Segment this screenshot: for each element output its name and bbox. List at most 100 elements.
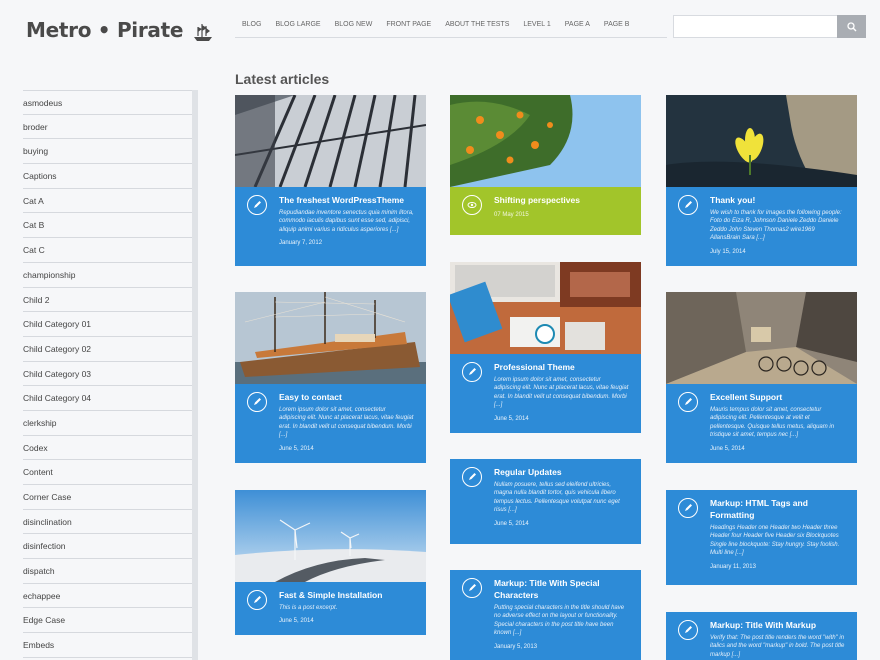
sidebar-item-championship[interactable]: championship (23, 263, 192, 288)
article-card[interactable]: Easy to contact Lorem ipsum dolor sit am… (235, 292, 426, 463)
card-body: Regular Updates Nullam posuere, tellus s… (450, 459, 641, 535)
article-card[interactable]: Fast & Simple Installation This is a pos… (235, 490, 426, 635)
pencil-icon (247, 195, 267, 215)
logo-text-right: Pirate (116, 18, 184, 42)
search-form (673, 15, 866, 38)
card-excerpt: Lorem ipsum dolor sit amet, consectetur … (279, 407, 414, 439)
card-body: Markup: Title With Markup Verify that: T… (666, 612, 857, 660)
sidebar-item-child-category-01[interactable]: Child Category 01 (23, 312, 192, 337)
card-date: January 5, 2013 (494, 643, 538, 650)
card-title[interactable]: The freshest WordPressTheme (279, 194, 414, 206)
sidebar-item-disinclination[interactable]: disinclination (23, 510, 192, 535)
site-header: Metro • Pirate BLOG BLOG LARGE BLOG NEW … (0, 0, 880, 60)
building-glass-image (235, 95, 426, 187)
sidebar-item-edge-case[interactable]: Edge Case (23, 608, 192, 634)
nav-item-blog[interactable]: BLOG (242, 21, 261, 37)
card-title[interactable]: Professional Theme (494, 361, 629, 373)
sidebar-item-cat-a[interactable]: Cat A (23, 189, 192, 214)
card-date: June 5, 2014 (494, 520, 529, 527)
nav-item-blog-large[interactable]: BLOG LARGE (275, 21, 320, 37)
logo-dot: • (91, 18, 117, 42)
section-title: Latest articles (235, 71, 330, 87)
nav-item-front-page[interactable]: FRONT PAGE (386, 21, 431, 37)
card-body: Excellent Support Mauris tempus dolor si… (666, 384, 857, 460)
sidebar-item-captions[interactable]: Captions (23, 164, 192, 189)
sidebar-item-embeds[interactable]: Embeds (23, 633, 192, 658)
ship-harbor-image (235, 292, 426, 384)
article-card[interactable]: Thank you! We wish to thank for images t… (666, 95, 857, 266)
main-nav: BLOG BLOG LARGE BLOG NEW FRONT PAGE ABOU… (235, 14, 667, 38)
article-card[interactable]: Professional Theme Lorem ipsum dolor sit… (450, 262, 641, 433)
sidebar-item-echappee[interactable]: echappee (23, 584, 192, 609)
article-card[interactable]: Markup: HTML Tags and Formatting Heading… (666, 490, 857, 585)
sidebar-item-buying[interactable]: buying (23, 139, 192, 165)
card-title[interactable]: Easy to contact (279, 391, 414, 403)
wind-turbines-image (235, 490, 426, 582)
article-card[interactable]: Markup: Title With Markup Verify that: T… (666, 612, 857, 660)
card-body: Markup: Title With Special Characters Pu… (450, 570, 641, 658)
card-body: Thank you! We wish to thank for images t… (666, 187, 857, 263)
card-excerpt: Putting special characters in the title … (494, 605, 625, 637)
nav-item-blog-new[interactable]: BLOG NEW (335, 21, 373, 37)
sidebar-item-cat-c[interactable]: Cat C (23, 238, 192, 263)
card-body: Markup: HTML Tags and Formatting Heading… (666, 490, 857, 578)
category-sidebar: asmodeus broder buying Captions Cat A Ca… (23, 90, 198, 660)
article-card[interactable]: Markup: Title With Special Characters Pu… (450, 570, 641, 660)
card-title[interactable]: Markup: HTML Tags and Formatting (710, 497, 845, 521)
card-title[interactable]: Fast & Simple Installation (279, 589, 414, 601)
pencil-icon (678, 620, 698, 640)
pencil-icon (678, 498, 698, 518)
sidebar-item-child-category-03[interactable]: Child Category 03 (23, 362, 192, 387)
card-excerpt: This is a post excerpt. (279, 605, 338, 611)
article-card[interactable]: Regular Updates Nullam posuere, tellus s… (450, 459, 641, 544)
card-title[interactable]: Thank you! (710, 194, 845, 206)
card-title[interactable]: Markup: Title With Markup (710, 619, 845, 631)
nav-item-about-the-tests[interactable]: ABOUT THE TESTS (445, 21, 509, 37)
site-logo[interactable]: Metro • Pirate (26, 18, 214, 42)
sidebar-item-child-2[interactable]: Child 2 (23, 288, 192, 313)
card-date: June 5, 2014 (279, 445, 314, 452)
search-icon (846, 21, 857, 32)
sidebar-item-codex[interactable]: Codex (23, 436, 192, 461)
nav-item-level-1[interactable]: LEVEL 1 (523, 21, 550, 37)
card-title[interactable]: Regular Updates (494, 466, 629, 478)
article-card[interactable]: Excellent Support Mauris tempus dolor si… (666, 292, 857, 463)
sidebar-item-dispatch[interactable]: dispatch (23, 559, 192, 584)
pencil-icon (462, 578, 482, 598)
card-date: January 7, 2012 (279, 240, 323, 247)
nav-item-page-b[interactable]: PAGE B (604, 21, 630, 37)
card-date: June 5, 2014 (494, 415, 529, 422)
sidebar-item-child-category-02[interactable]: Child Category 02 (23, 337, 192, 362)
sidebar-item-asmodeus[interactable]: asmodeus (23, 90, 192, 115)
card-date: June 5, 2014 (710, 445, 745, 452)
card-excerpt: Verify that: The post title renders the … (710, 635, 845, 658)
card-excerpt: We wish to thank for images the followin… (710, 210, 842, 242)
pencil-icon (678, 392, 698, 412)
pencil-icon (462, 362, 482, 382)
card-title[interactable]: Excellent Support (710, 391, 845, 403)
card-title[interactable]: Shifting perspectives (494, 194, 629, 206)
pencil-icon (462, 467, 482, 487)
sidebar-item-clerkship[interactable]: clerkship (23, 411, 192, 436)
article-card[interactable]: The freshest WordPressTheme Repudiandae … (235, 95, 426, 266)
card-title[interactable]: Markup: Title With Special Characters (494, 577, 629, 601)
yellow-flower-image (666, 95, 857, 187)
pencil-icon (678, 195, 698, 215)
search-input[interactable] (673, 15, 837, 38)
search-button[interactable] (837, 15, 866, 38)
card-body: The freshest WordPressTheme Repudiandae … (235, 187, 426, 254)
sidebar-item-cat-b[interactable]: Cat B (23, 213, 192, 239)
orange-tree-image (450, 95, 641, 187)
sidebar-item-broder[interactable]: broder (23, 115, 192, 140)
logo-text-left: Metro (26, 18, 92, 42)
eye-icon (462, 195, 482, 215)
sidebar-item-content[interactable]: Content (23, 460, 192, 485)
article-card[interactable]: Shifting perspectives 07 May 2015 (450, 95, 641, 235)
sidebar-item-corner-case[interactable]: Corner Case (23, 485, 192, 510)
sidebar-item-disinfection[interactable]: disinfection (23, 534, 192, 560)
card-body: Easy to contact Lorem ipsum dolor sit am… (235, 384, 426, 460)
card-body: Fast & Simple Installation This is a pos… (235, 582, 426, 632)
nav-item-page-a[interactable]: PAGE A (565, 21, 590, 37)
card-date: July 15, 2014 (710, 248, 746, 255)
sidebar-item-child-category-04[interactable]: Child Category 04 (23, 386, 192, 411)
